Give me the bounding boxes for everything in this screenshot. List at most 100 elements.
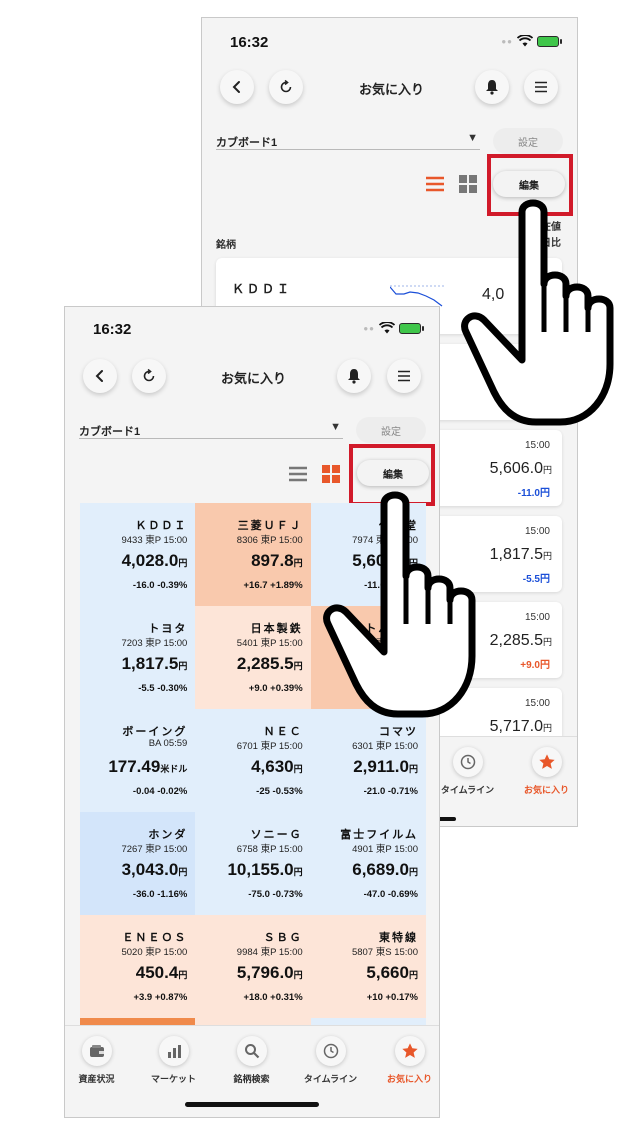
- stock-tile[interactable]: 東特線 5807 東S 15:00 5,660円 +10 +0.17%: [310, 915, 426, 1018]
- board-select[interactable]: カブボード1 ▼: [216, 132, 480, 150]
- tab-favorites[interactable]: お気に入り: [509, 747, 577, 796]
- stock-tile[interactable]: 富士フイルム 4901 東P 15:00 6,689.0円 -47.0 -0.69%: [310, 812, 426, 915]
- stock-code: 5401 東P 15:00: [236, 638, 303, 649]
- tab-timeline[interactable]: タイムライン: [430, 747, 505, 796]
- stock-name: 日本製鉄: [250, 623, 303, 635]
- refresh-button[interactable]: [269, 70, 303, 104]
- stock-change: -0.04 -0.02%: [132, 786, 188, 797]
- home-indicator: [185, 1102, 319, 1107]
- stock-tile[interactable]: 三菱ＵＦＪ 8306 東P 15:00 897.8円 +16.7 +1.89%: [195, 503, 311, 606]
- tab-label: 資産状況: [78, 1074, 115, 1084]
- hamburger-icon: [535, 81, 547, 93]
- board-select[interactable]: カブボード1 ▼: [79, 421, 343, 439]
- stock-change: -5.5円: [522, 574, 550, 585]
- price-unit: 円: [293, 661, 303, 671]
- stock-tile[interactable]: ＮＥＣ 6701 東P 15:00 4,630円 -25 -0.53%: [195, 709, 311, 812]
- status-time: 16:32: [93, 321, 132, 338]
- menu-button[interactable]: [524, 70, 558, 104]
- list-view-icon[interactable]: [288, 466, 308, 482]
- tab-assets[interactable]: 資産状況: [65, 1036, 134, 1085]
- stock-tile[interactable]: ホンダ 7267 東P 15:00 3,043.0円 -36.0 -1.16%: [80, 812, 196, 915]
- stock-code: 7267 東P 15:00: [121, 844, 188, 855]
- stock-name: ＥＮＥＯＳ: [122, 932, 188, 944]
- price-unit: 円: [293, 867, 303, 877]
- status-icons: ●●: [363, 322, 424, 334]
- stock-code: 5807 東S 15:00: [351, 947, 418, 958]
- stock-tile[interactable]: ソニーＧ 6758 東P 15:00 10,155.0円 -75.0 -0.73%: [195, 812, 311, 915]
- stock-change: +18.0 +0.31%: [243, 992, 303, 1003]
- bar-chart-icon: [158, 1036, 189, 1066]
- dropdown-arrow-icon: ▼: [467, 132, 478, 144]
- stock-change: -5.5 -0.30%: [138, 683, 188, 694]
- stock-tile[interactable]: トヨタ 7203 東P 15:00 1,817.5円 -5.5 -0.30%: [80, 606, 196, 709]
- list-view-icon[interactable]: [425, 176, 445, 192]
- price-value: 1,817.5: [121, 654, 179, 673]
- grid-view-icon[interactable]: [459, 175, 477, 193]
- bell-icon: [348, 369, 360, 384]
- stock-tile[interactable]: ＳＢＧ 9984 東P 15:00 5,796.0円 +18.0 +0.31%: [195, 915, 311, 1018]
- tab-label: タイムライン: [303, 1074, 358, 1084]
- chevron-left-icon: [95, 370, 103, 382]
- stock-code: BA 05:59: [148, 738, 188, 749]
- price-unit: 円: [542, 723, 552, 733]
- stock-name: ホンダ: [148, 829, 188, 841]
- bell-icon: [486, 80, 498, 95]
- search-icon: [236, 1036, 267, 1066]
- stock-tile[interactable]: ＥＮＥＯＳ 5020 東P 15:00 450.4円 +3.9 +0.87%: [80, 915, 196, 1018]
- sparkline-chart: [390, 285, 444, 307]
- stock-change: +3.9 +0.87%: [133, 992, 188, 1003]
- stock-change: +9.0円: [520, 660, 550, 671]
- stock-price: 4,630円: [251, 757, 303, 777]
- tab-label: お気に入り: [523, 785, 569, 795]
- stock-tile[interactable]: コマツ 6301 東P 15:00 2,911.0円 -21.0 -0.71%: [310, 709, 426, 812]
- stock-price: 5,717.0円: [490, 718, 552, 736]
- wifi-icon: [379, 322, 395, 334]
- tab-favorites[interactable]: お気に入り: [372, 1036, 439, 1085]
- stock-code: 9433 東P 15:00: [121, 535, 188, 546]
- stock-price: 5,796.0円: [237, 963, 303, 983]
- hamburger-icon: [398, 370, 410, 382]
- stock-tile[interactable]: 日本製鉄 5401 東P 15:00 2,285.5円 +9.0 +0.39%: [195, 606, 311, 709]
- star-icon: [531, 747, 562, 777]
- stock-code: 8306 東P 15:00: [236, 535, 303, 546]
- grid-view-icon[interactable]: [322, 465, 340, 483]
- stock-name: ＮＥＣ: [263, 726, 303, 738]
- tab-timeline[interactable]: タイムライン: [293, 1036, 368, 1085]
- stock-name: ボーイング: [122, 726, 188, 738]
- price-value: 5,717.0: [489, 718, 543, 735]
- stock-change: -75.0 -0.73%: [248, 889, 303, 900]
- tab-market[interactable]: マーケット: [136, 1036, 211, 1085]
- notification-button[interactable]: [475, 70, 509, 104]
- stock-tile[interactable]: ボーイング BA 05:59 177.49米ドル -0.04 -0.02%: [80, 709, 196, 812]
- pointing-hand-icon: [461, 199, 614, 426]
- notification-button[interactable]: [337, 359, 371, 393]
- settings-button[interactable]: 設定: [493, 128, 563, 154]
- stock-price: 5,606.0円: [490, 460, 552, 478]
- clock-icon: [452, 747, 483, 777]
- stock-name: 富士フイルム: [340, 829, 418, 841]
- menu-button[interactable]: [387, 359, 421, 393]
- stock-name: ＫＤＤＩ: [135, 520, 188, 532]
- price-value: 4,630: [251, 757, 294, 776]
- price-unit: 円: [178, 867, 188, 877]
- stock-price: 2,285.5円: [237, 654, 303, 674]
- settings-button[interactable]: 設定: [356, 417, 426, 443]
- stock-change: -11.0円: [517, 488, 550, 499]
- stock-tile[interactable]: ＫＤＤＩ 9433 東P 15:00 4,028.0円 -16.0 -0.39%: [80, 503, 196, 606]
- stock-change: -36.0 -1.16%: [132, 889, 188, 900]
- stock-time: 15:00: [524, 612, 550, 623]
- back-button[interactable]: [83, 359, 117, 393]
- stock-code: 6301 東P 15:00: [352, 741, 418, 752]
- price-value: 897.8: [251, 551, 294, 570]
- price-value: 5,660: [366, 963, 409, 982]
- refresh-button[interactable]: [132, 359, 166, 393]
- stock-change: +10 +0.17%: [366, 992, 418, 1003]
- stock-price: 5,660円: [366, 963, 418, 983]
- stock-name: トヨタ: [148, 623, 188, 635]
- price-value: 5,796.0: [236, 963, 294, 982]
- tab-search[interactable]: 銘柄検索: [214, 1036, 289, 1085]
- stock-time: 15:00: [524, 698, 550, 709]
- pointing-hand-icon: [323, 491, 476, 718]
- price-value: 4,028.0: [121, 551, 179, 570]
- back-button[interactable]: [220, 70, 254, 104]
